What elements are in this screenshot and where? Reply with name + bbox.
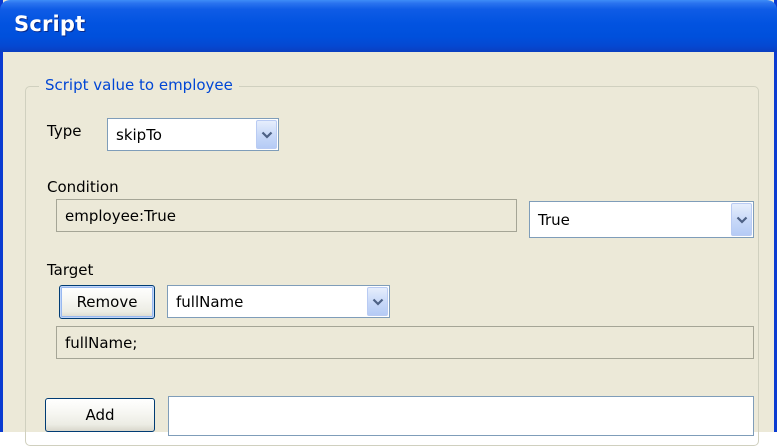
- group-legend: Script value to employee: [39, 76, 239, 94]
- condition-expression-value: employee:True: [65, 206, 176, 225]
- type-label: Type: [47, 122, 82, 140]
- condition-select-value: True: [538, 210, 570, 229]
- condition-select[interactable]: True: [529, 201, 754, 238]
- type-select-value: skipTo: [116, 125, 162, 144]
- target-select-value: fullName: [176, 292, 244, 311]
- window-title: Script: [14, 12, 86, 36]
- type-select[interactable]: skipTo: [107, 118, 279, 151]
- remove-button[interactable]: Remove: [59, 285, 155, 319]
- target-list-value: fullName;: [65, 333, 138, 352]
- target-dropdown-button[interactable]: [367, 287, 388, 316]
- add-input-field[interactable]: [168, 396, 754, 436]
- target-label: Target: [47, 261, 94, 279]
- type-dropdown-button[interactable]: [256, 120, 277, 149]
- target-select[interactable]: fullName: [167, 285, 390, 318]
- script-dialog: Script Script value to employee Type ski…: [0, 0, 777, 446]
- add-button[interactable]: Add: [45, 398, 155, 432]
- chevron-down-icon: [261, 131, 272, 139]
- condition-expression-field: employee:True: [56, 199, 517, 232]
- target-list-field: fullName;: [56, 326, 754, 359]
- condition-dropdown-button[interactable]: [731, 203, 752, 236]
- title-bar[interactable]: Script: [0, 0, 777, 52]
- condition-label: Condition: [47, 178, 119, 196]
- chevron-down-icon: [372, 298, 383, 306]
- chevron-down-icon: [736, 216, 747, 224]
